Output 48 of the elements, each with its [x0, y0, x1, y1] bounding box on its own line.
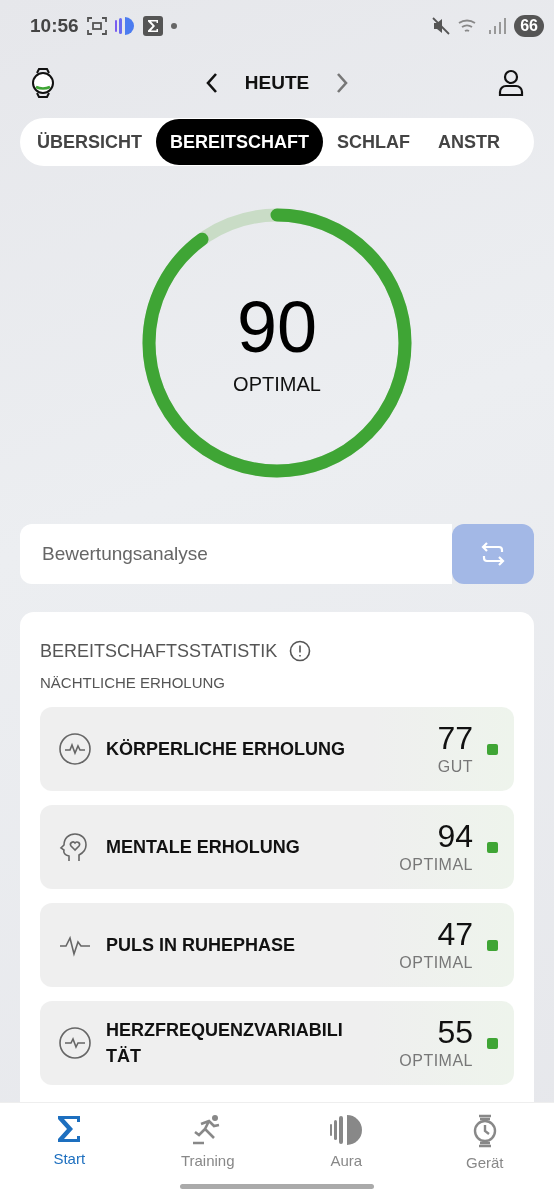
metric-row[interactable]: KÖRPERLICHE ERHOLUNG 77 GUT — [40, 707, 514, 791]
metric-label: PULS IN RUHEPHASE — [106, 933, 297, 957]
aura-waves-icon — [329, 1114, 364, 1146]
sigma-app-icon — [142, 16, 163, 36]
metric-rating: GUT — [437, 758, 473, 776]
stats-title: BEREITSCHAFTSSTATISTIK — [40, 640, 278, 662]
screenshot-icon — [86, 17, 107, 35]
score-value: 90 — [236, 290, 318, 363]
metric-rating: OPTIMAL — [399, 1052, 473, 1070]
metric-label: HERZFREQUENZVARIABILITÄT — [106, 1018, 344, 1068]
nav-item[interactable]: Gerät — [429, 1113, 540, 1172]
metric-value: 47 — [437, 918, 473, 950]
metric-rating: OPTIMAL — [399, 954, 473, 972]
profile-icon[interactable] — [498, 69, 524, 97]
battery-level: 66 — [514, 15, 544, 37]
next-day-button[interactable] — [335, 72, 350, 94]
metric-row[interactable]: MENTALE ERHOLUNG 94 OPTIMAL — [40, 805, 514, 889]
activity-circle-icon — [58, 732, 92, 766]
sigma-icon — [56, 1114, 83, 1144]
metric-rating: OPTIMAL — [399, 856, 473, 874]
tab[interactable]: ÜBERSICHT — [23, 119, 156, 165]
tab[interactable]: ANSTR — [424, 119, 514, 165]
watch-icon[interactable] — [30, 67, 56, 99]
metric-label: KÖRPERLICHE ERHOLUNG — [106, 737, 346, 761]
analysis-field[interactable]: Bewertungsanalyse — [20, 524, 452, 584]
mute-icon — [432, 17, 451, 35]
metric-value: 94 — [437, 820, 473, 852]
metric-value: 55 — [437, 1016, 473, 1048]
swap-arrows-icon — [479, 540, 507, 568]
notification-dot-icon — [170, 23, 177, 29]
metric-label: MENTALE ERHOLUNG — [106, 835, 301, 859]
nav-item[interactable]: Aura — [291, 1113, 402, 1172]
info-icon[interactable] — [289, 640, 312, 662]
metric-row[interactable]: HERZFREQUENZVARIABILITÄT 55 OPTIMAL — [40, 1001, 514, 1085]
tab[interactable]: SCHLAF — [323, 119, 424, 165]
tab[interactable]: BEREITSCHAFT — [156, 119, 323, 165]
stats-subtitle: NÄCHTLICHE ERHOLUNG — [40, 674, 227, 691]
aura-waves-icon — [114, 17, 135, 35]
signal-icon — [488, 17, 507, 35]
score-rating: OPTIMAL — [233, 372, 321, 396]
previous-day-button[interactable] — [204, 72, 219, 94]
metric-value: 77 — [437, 722, 473, 754]
status-time: 10:56 — [30, 15, 79, 37]
metric-row[interactable]: PULS IN RUHEPHASE 47 OPTIMAL — [40, 903, 514, 987]
nav-item[interactable]: Start — [14, 1113, 125, 1172]
nav-item[interactable]: Training — [152, 1113, 263, 1172]
heartbeat-circle-icon — [58, 1026, 92, 1060]
date-title: HEUTE — [244, 72, 310, 94]
